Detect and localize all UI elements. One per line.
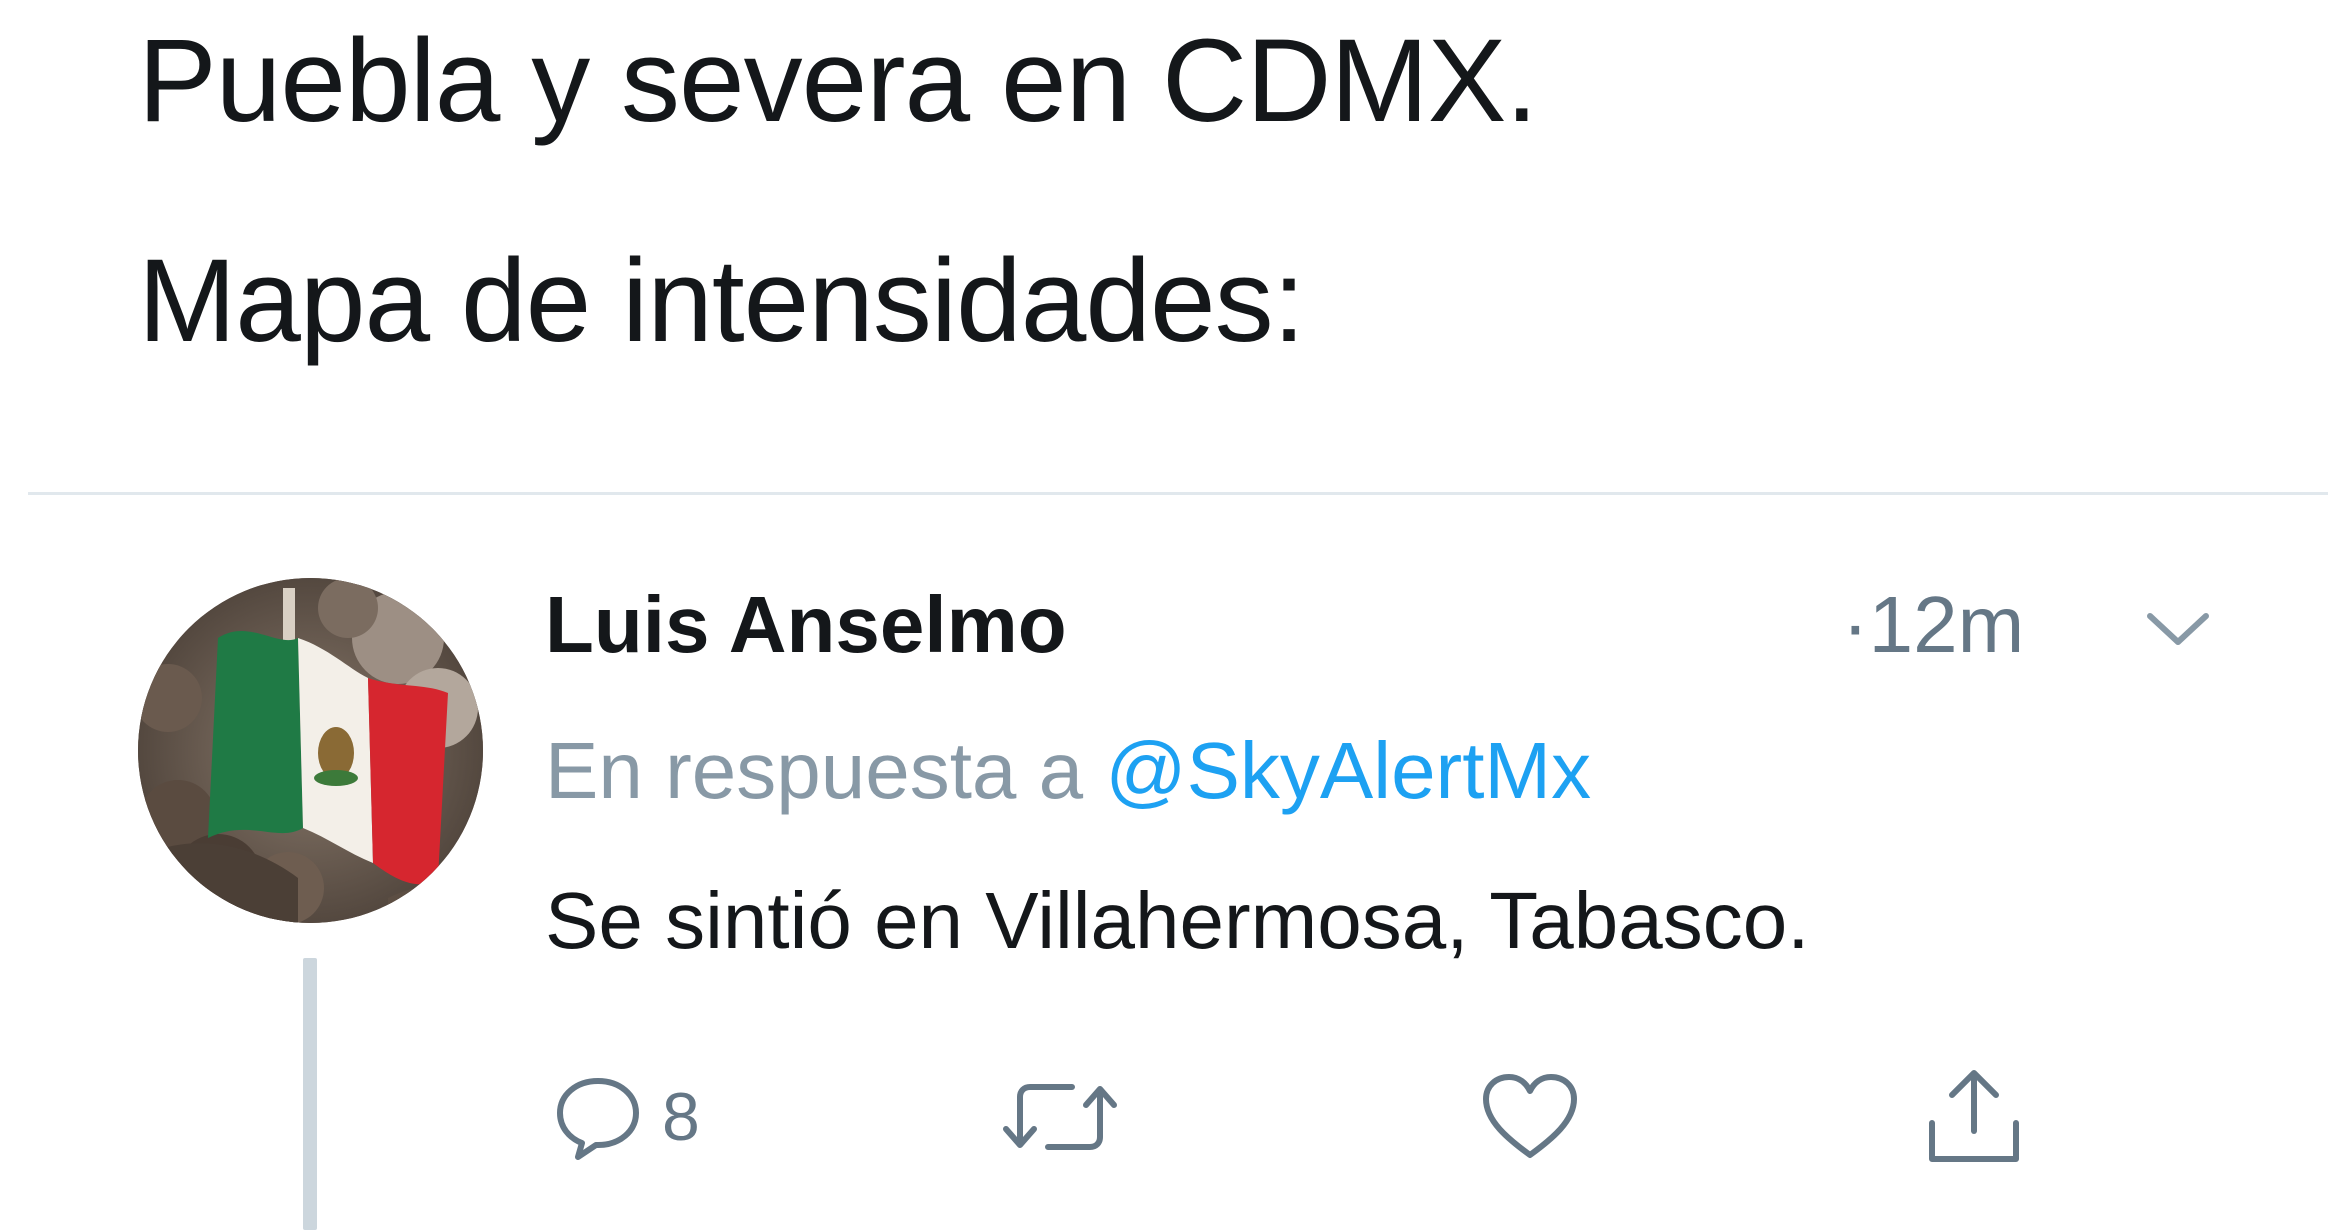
reply-context: En respuesta a @SkyAlertMx (545, 726, 1591, 816)
reply-button[interactable]: 8 (552, 1062, 700, 1172)
share-button[interactable] (1924, 1062, 2024, 1172)
author-name[interactable]: Luis Anselmo (545, 580, 1067, 670)
tweet-divider (28, 492, 2328, 495)
previous-tweet-line: Puebla y severa en CDMX. (138, 15, 1538, 147)
reply-prefix: En respuesta a (545, 726, 1084, 815)
reply-count: 8 (662, 1079, 700, 1155)
avatar[interactable] (138, 578, 483, 923)
tweet-body: Se sintió en Villahermosa, Tabasco. (545, 876, 1810, 965)
chevron-down-icon (2147, 613, 2209, 645)
thread-connector-line (303, 958, 317, 1230)
reply-icon (557, 1078, 639, 1160)
timestamp-separator: · (1842, 580, 1869, 669)
mexico-flag-avatar-icon (138, 578, 483, 923)
heart-icon (1483, 1074, 1577, 1158)
retweet-icon (1003, 1084, 1117, 1150)
reply-handle-link[interactable]: @SkyAlertMx (1105, 726, 1591, 815)
retweet-button[interactable] (1000, 1062, 1120, 1172)
share-icon (1929, 1070, 2019, 1162)
tweet-menu-button[interactable] (2138, 598, 2218, 658)
timestamp-value: 12m (1868, 580, 2025, 669)
like-button[interactable] (1478, 1062, 1582, 1172)
tweet-thread-view: Puebla y severa en CDMX. Mapa de intensi… (0, 0, 2350, 1230)
previous-tweet-line: Mapa de intensidades: (138, 235, 1305, 367)
tweet-timestamp[interactable]: ·12m (1842, 580, 2024, 670)
